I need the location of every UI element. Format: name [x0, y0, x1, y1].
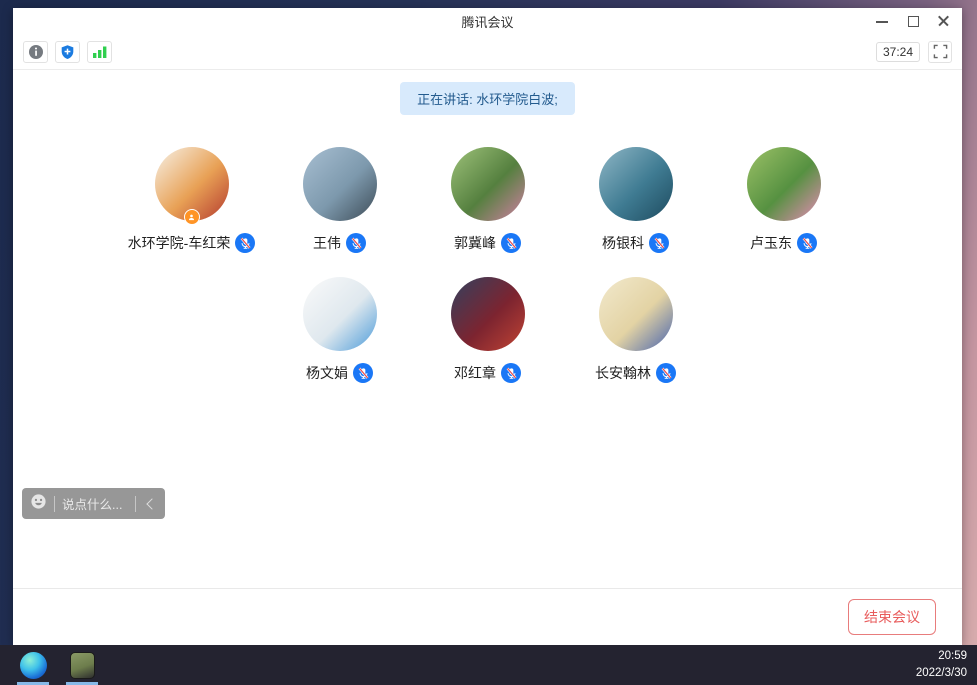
meeting-info-icon[interactable] [23, 41, 48, 63]
participant-name: 卢玉东 [750, 233, 792, 253]
speaking-banner: 正在讲话: 水环学院白波; [400, 82, 575, 115]
meeting-app-icon[interactable] [63, 645, 101, 685]
close-icon[interactable] [938, 15, 950, 27]
participant-tile[interactable]: 杨文娟 [266, 269, 414, 399]
participant-name: 杨银科 [602, 233, 644, 253]
bottom-toolbar: 结束会议 [13, 588, 962, 645]
robot-cartoon-avatar [303, 277, 377, 351]
participant-tile[interactable]: 郭冀峰 [414, 139, 562, 269]
window-controls [876, 8, 950, 34]
scholar-cartoon-avatar [599, 277, 673, 351]
participants-grid: 水环学院-车红荣 王伟 郭冀峰 杨银科 [118, 139, 858, 399]
participant-tile[interactable]: 长安翰林 [562, 269, 710, 399]
maximize-icon[interactable] [907, 15, 919, 27]
minimize-icon[interactable] [876, 15, 888, 27]
tiger-painting-avatar [155, 147, 229, 221]
clock-date: 2022/3/30 [916, 665, 967, 682]
meeting-timer: 37:24 [876, 42, 920, 62]
clock-time: 20:59 [916, 648, 967, 665]
mic-muted-icon [235, 233, 255, 253]
edge-browser-icon[interactable] [14, 645, 52, 685]
security-shield-icon[interactable] [55, 41, 80, 63]
participant-name: 王伟 [313, 233, 341, 253]
garden-roses-avatar [451, 147, 525, 221]
participant-tile[interactable]: 卢玉东 [710, 139, 858, 269]
chevron-left-icon[interactable] [143, 497, 157, 511]
window-title: 腾讯会议 [461, 12, 513, 31]
divider [135, 496, 136, 512]
mic-muted-icon [797, 233, 817, 253]
top-toolbar: 37:24 [13, 34, 962, 70]
participant-name: 郭冀峰 [454, 233, 496, 253]
fullscreen-icon[interactable] [928, 41, 952, 63]
titlebar: 腾讯会议 [13, 8, 962, 34]
participant-tile[interactable]: 水环学院-车红荣 [118, 139, 266, 269]
mic-muted-icon [501, 233, 521, 253]
man-by-sea-avatar [303, 147, 377, 221]
mic-muted-icon [656, 363, 676, 383]
divider [54, 496, 55, 512]
lotus-flower-avatar [747, 147, 821, 221]
shark-avatar [599, 147, 673, 221]
windows-taskbar: 20:59 2022/3/30 [0, 645, 977, 685]
network-quality-icon[interactable] [87, 41, 112, 63]
participant-name: 水环学院-车红荣 [128, 233, 231, 253]
participant-name: 杨文娟 [306, 363, 348, 383]
mic-muted-icon [353, 363, 373, 383]
participant-tile[interactable]: 邓红章 [414, 269, 562, 399]
chat-input[interactable]: 说点什么... [62, 494, 128, 513]
participant-tile[interactable]: 杨银科 [562, 139, 710, 269]
mic-muted-icon [649, 233, 669, 253]
participant-name: 长安翰林 [595, 363, 651, 383]
mic-muted-icon [501, 363, 521, 383]
mic-muted-icon [346, 233, 366, 253]
host-badge-icon [184, 209, 200, 225]
emoji-smiley-icon[interactable] [30, 493, 47, 515]
end-meeting-button[interactable]: 结束会议 [848, 599, 936, 635]
system-clock[interactable]: 20:59 2022/3/30 [916, 648, 967, 681]
red-building-night-avatar [451, 277, 525, 351]
meeting-window: 腾讯会议 37:24 正在讲话: 水环学院白波; [13, 8, 962, 645]
quick-chat-bar[interactable]: 说点什么... [22, 488, 165, 519]
participant-tile[interactable]: 王伟 [266, 139, 414, 269]
main-stage: 正在讲话: 水环学院白波; 水环学院-车红荣 王伟 郭冀峰 [13, 70, 962, 588]
participant-name: 邓红章 [454, 363, 496, 383]
